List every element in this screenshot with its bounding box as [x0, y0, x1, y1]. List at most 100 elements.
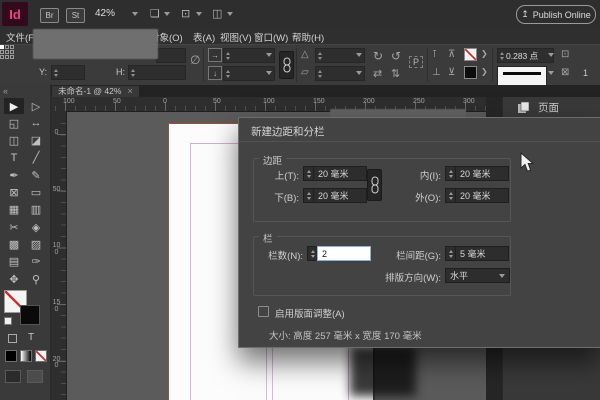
stock-button[interactable]: St	[66, 8, 85, 23]
margin-top-value[interactable]: 20 毫米	[313, 166, 367, 181]
stroke-style-dropdown-icon[interactable]	[548, 71, 554, 75]
gutter-stepper[interactable]	[445, 246, 455, 261]
frame-adornment-dropdown-icon[interactable]	[196, 12, 202, 16]
margin-bottom-value[interactable]: 20 毫米	[313, 188, 367, 203]
margin-bottom-stepper[interactable]	[303, 188, 313, 203]
zoom-level-value[interactable]: 42%	[95, 8, 115, 19]
stroke-weight-field[interactable]: 0.283 点	[497, 48, 554, 63]
content-placer-tool[interactable]: ◪	[26, 133, 46, 149]
document-preset-icon[interactable]: ❏	[150, 7, 160, 20]
fill-flyout-icon[interactable]: ❯	[481, 67, 488, 76]
menu-item-2[interactable]: 表(A)	[193, 30, 215, 44]
corner-options-icon[interactable]: ⊡	[561, 49, 569, 60]
apply-gradient-swatch[interactable]	[20, 350, 32, 362]
shear-dropdown-icon[interactable]	[356, 71, 362, 75]
stroke-black-swatch[interactable]	[20, 305, 40, 325]
grid-tool[interactable]: ▥	[26, 202, 46, 218]
gutter-value[interactable]: 5 毫米	[455, 246, 509, 261]
make-all-settings-same-icon[interactable]	[367, 169, 382, 201]
hand-tool[interactable]: ✥	[4, 271, 24, 287]
dialog-title: 新建边距和分栏	[251, 124, 325, 139]
apply-none-swatch[interactable]	[35, 350, 47, 362]
rotate-ccw-icon[interactable]: ↺	[391, 49, 401, 63]
screen-layout-icon[interactable]: ◫	[212, 7, 222, 20]
table-tool[interactable]: ▦	[4, 202, 24, 218]
distribute-icon[interactable]: ⊼	[448, 49, 455, 60]
free-transform-tool[interactable]: ◈	[26, 219, 46, 235]
scale-x-dropdown-icon[interactable]	[266, 53, 272, 57]
menu-item-5[interactable]: 帮助(H)	[292, 30, 324, 44]
publish-online-button[interactable]: ↥ Publish Online	[516, 5, 596, 24]
gap-tool[interactable]: ↔	[26, 115, 46, 131]
y-field[interactable]	[51, 65, 85, 80]
columns-count-stepper[interactable]	[307, 246, 317, 261]
eyedropper-tool[interactable]: ✑	[26, 254, 46, 270]
fill-black-swatch[interactable]	[464, 66, 477, 79]
columns-count-field[interactable]: 2	[307, 246, 371, 261]
screen-mode-preview-button[interactable]	[27, 370, 43, 383]
margin-top-stepper[interactable]	[303, 166, 313, 181]
x-field[interactable]	[156, 48, 186, 63]
apply-color-swatch[interactable]	[5, 350, 17, 362]
screen-layout-dropdown-icon[interactable]	[227, 12, 233, 16]
selection-tool[interactable]: ▶	[4, 98, 24, 114]
menu-item-3[interactable]: 视图(V)	[220, 30, 252, 44]
scale-y-dropdown-icon[interactable]	[266, 71, 272, 75]
layout-adjustment-checkbox[interactable]	[258, 306, 269, 317]
rotation-dropdown-icon[interactable]	[356, 53, 362, 57]
type-tool[interactable]: T	[4, 150, 24, 166]
margin-top-field[interactable]: 20 毫米	[303, 166, 367, 181]
formatting-container-icon[interactable]	[8, 334, 17, 343]
align-top-icon[interactable]: ⊺	[432, 49, 437, 60]
content-collector-tool[interactable]: ◫	[4, 133, 24, 149]
flip-horizontal-icon[interactable]: ⇄	[373, 67, 382, 80]
note-tool[interactable]: ▤	[4, 254, 24, 270]
reference-point-proxy[interactable]	[0, 45, 16, 61]
bridge-button[interactable]: Br	[40, 8, 59, 23]
rectangle-frame-tool[interactable]: ⊠	[4, 185, 24, 201]
margin-bottom-field[interactable]: 20 毫米	[303, 188, 367, 203]
page-tool[interactable]: ◱	[4, 115, 24, 131]
flip-vertical-icon[interactable]: ⇅	[391, 67, 400, 80]
stroke-flyout-icon[interactable]: ❯	[481, 49, 488, 58]
margin-inside-field[interactable]: 20 毫米	[445, 166, 509, 181]
gutter-field[interactable]: 5 毫米	[445, 246, 509, 261]
margin-outside-field[interactable]: 20 毫米	[445, 188, 509, 203]
rectangle-tool[interactable]: ▭	[26, 185, 46, 201]
margin-outside-value[interactable]: 20 毫米	[455, 188, 509, 203]
gradient-feather-tool[interactable]: ▨	[26, 236, 46, 252]
scissors-tool[interactable]: ✂	[4, 219, 24, 235]
menu-item-4[interactable]: 窗口(W)	[254, 30, 288, 44]
constrain-off-icon[interactable]: ∅	[190, 53, 200, 67]
formatting-text-icon[interactable]: T	[28, 332, 34, 343]
effects-icon[interactable]: ⊠	[561, 67, 569, 78]
align-bottom-icon[interactable]: ⊥	[432, 67, 441, 78]
pen-tool[interactable]: ✒	[4, 167, 24, 183]
margin-inside-stepper[interactable]	[445, 166, 455, 181]
close-tab-icon[interactable]: ×	[127, 86, 132, 96]
pencil-tool[interactable]: ✎	[26, 167, 46, 183]
rotate-cw-icon[interactable]: ↻	[373, 49, 383, 63]
columns-count-value[interactable]: 2	[317, 246, 371, 261]
frame-adornment-icon[interactable]: ⊡	[181, 7, 190, 20]
document-preset-dropdown-icon[interactable]	[164, 12, 170, 16]
default-fill-stroke-icon[interactable]	[4, 317, 12, 325]
h-field[interactable]	[128, 65, 186, 80]
vertical-ruler[interactable]: 050100150200	[50, 111, 67, 400]
margin-outside-stepper[interactable]	[445, 188, 455, 203]
distribute-v-icon[interactable]: ⊻	[448, 67, 455, 78]
zoom-tool[interactable]: ⚲	[26, 271, 46, 287]
stroke-style-field[interactable]	[497, 66, 547, 86]
stroke-none-swatch[interactable]	[464, 48, 477, 61]
direction-dropdown[interactable]: 水平	[445, 268, 510, 283]
zoom-level-dropdown-icon[interactable]	[132, 12, 138, 16]
margin-inside-value[interactable]: 20 毫米	[455, 166, 509, 181]
gradient-swatch-tool[interactable]: ▩	[4, 236, 24, 252]
collapse-tools-icon[interactable]: «	[3, 86, 8, 96]
direct-selection-tool[interactable]: ▷	[26, 98, 46, 114]
pages-panel-button[interactable]: 页面	[517, 100, 559, 115]
screen-mode-normal-button[interactable]	[5, 370, 21, 383]
stroke-weight-dropdown-icon[interactable]	[548, 53, 554, 57]
line-tool[interactable]: ╱	[26, 150, 46, 166]
link-scale-icon[interactable]	[279, 51, 294, 79]
